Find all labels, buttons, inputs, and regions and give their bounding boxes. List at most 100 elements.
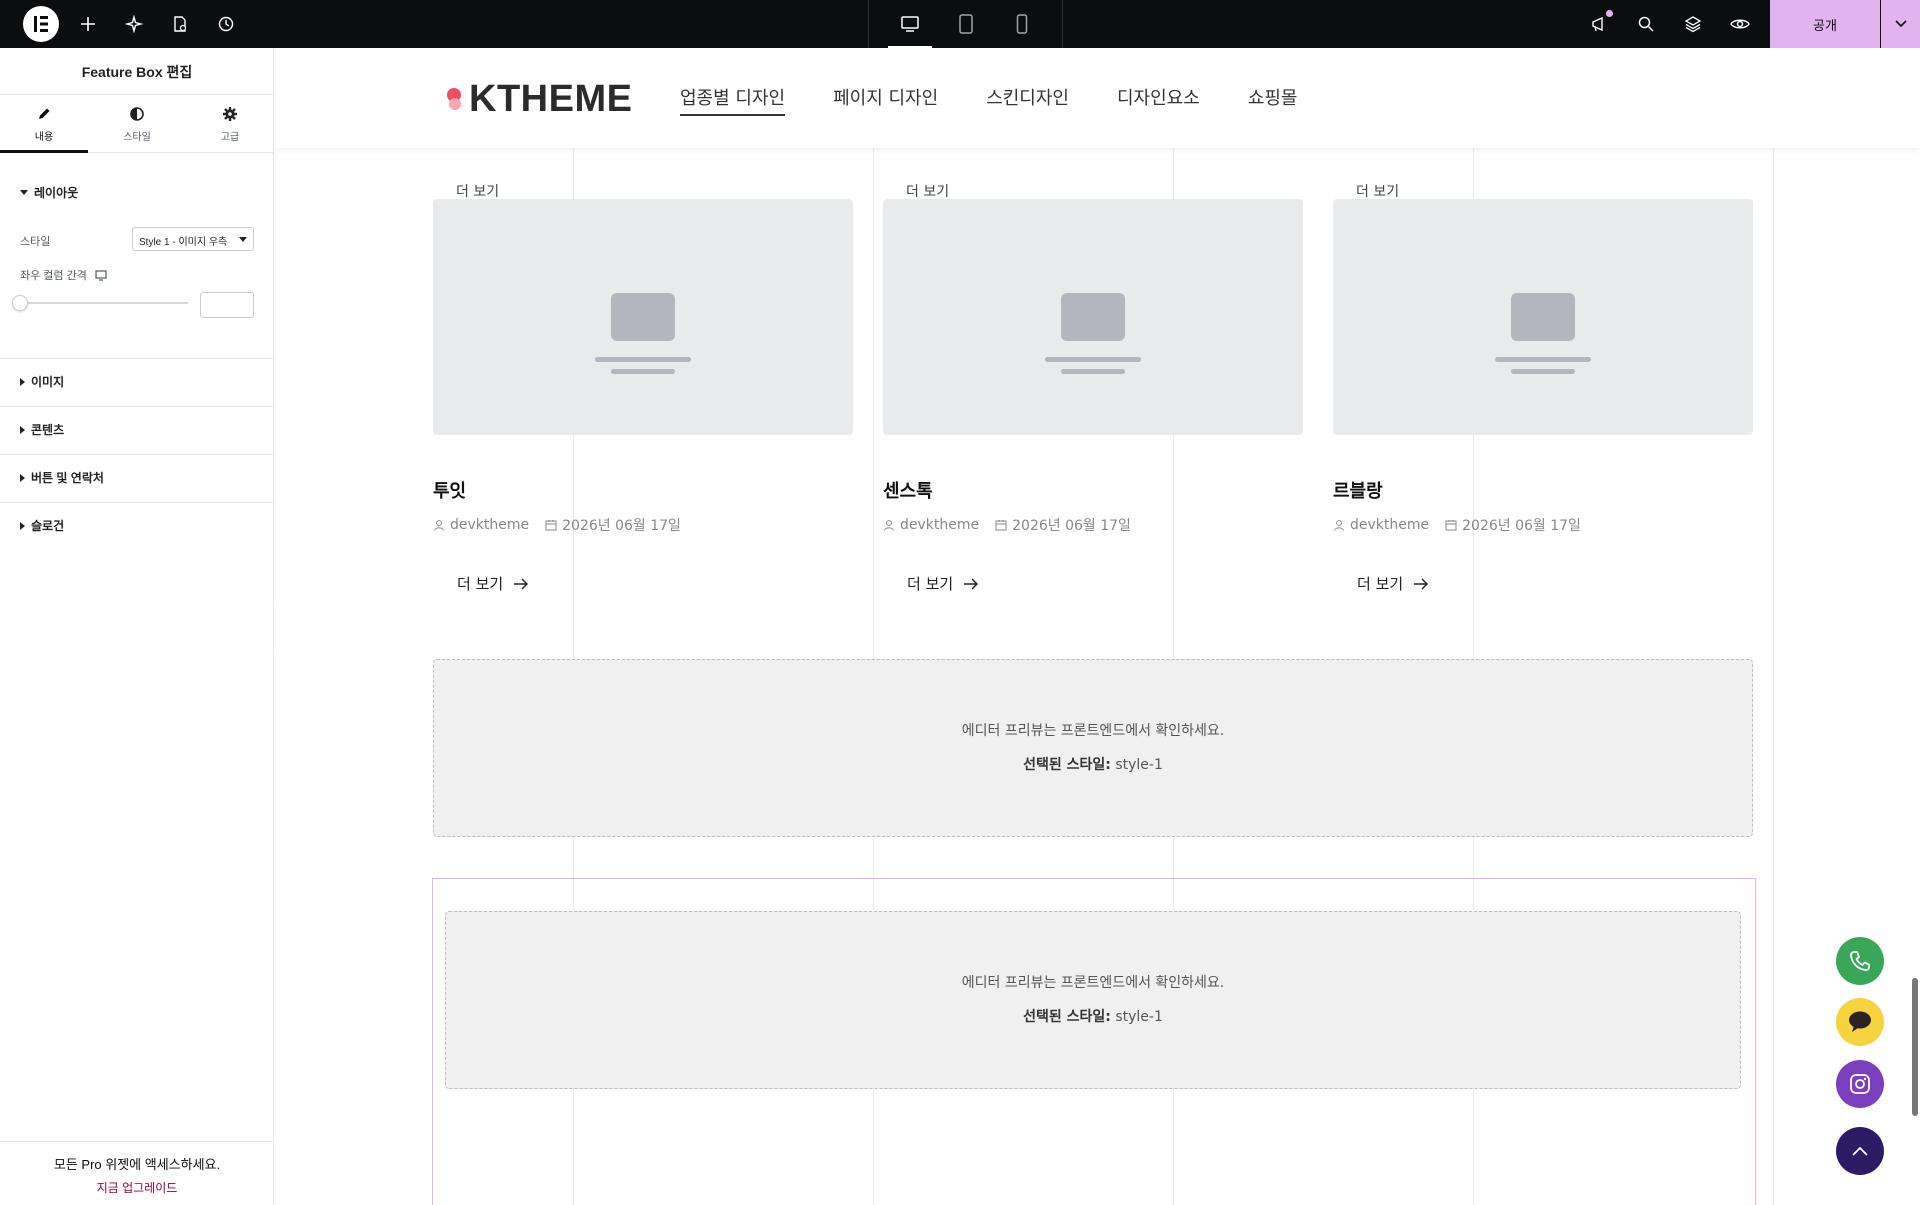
active-tab-indicator [0,150,88,153]
notice-style-line: 선택된 스타일: style-1 [434,754,1752,774]
nav-item-skin-design[interactable]: 스킨디자인 [986,84,1069,116]
notice-style-label: 선택된 스타일: [1023,757,1111,773]
page-settings-icon[interactable] [168,12,192,36]
elementor-logo-icon[interactable] [23,6,59,42]
caret-right-icon [20,377,25,386]
tablet-view-icon[interactable] [938,0,994,48]
post-title[interactable]: 센스톡 [883,477,1303,503]
promo-text: 모든 Pro 위젯에 액세스하세요. [53,1157,221,1172]
read-more-link[interactable]: 더 보기 [907,573,1303,594]
section-image[interactable]: 이미지 [20,373,64,390]
post-card: 센스톡 devktheme 2026년 06월 17일 더 보기 [883,199,1303,594]
divider [0,358,274,359]
canvas-scrollbar[interactable] [1912,978,1918,1116]
editor-preview-notice[interactable]: 에디터 프리뷰는 프론트엔드에서 확인하세요. 선택된 스타일: style-1 [445,911,1741,1089]
brand-name: KTHEME [469,78,633,120]
post-card: 투잇 devktheme 2026년 06월 17일 더 보기 [433,199,853,594]
editor-panel: Feature Box 편집 내용 스타일 고급 레이아웃 스타일 Style … [0,48,274,1205]
logo-mark-icon [447,86,463,114]
tab-label: 스타일 [123,132,151,143]
site-header: KTHEME 업종별 디자인 페이지 디자인 스킨디자인 디자인요소 쇼핑몰 [275,48,1920,148]
nav-item-design-elements[interactable]: 디자인요소 [1117,84,1200,116]
nav-item-page-design[interactable]: 페이지 디자인 [833,84,938,116]
panel-title: Feature Box 편집 [81,64,193,80]
style-select[interactable]: Style 1 - 이미지 우측 [132,227,254,251]
post-date: 2026년 06월 17일 [562,518,681,534]
user-icon [434,520,444,531]
pencil-icon [36,106,52,122]
tab-advanced[interactable]: 고급 [186,106,274,150]
desktop-responsive-icon[interactable] [95,269,107,281]
history-icon[interactable] [214,12,238,36]
divider [0,454,274,455]
user-icon [1334,520,1344,531]
read-more-link[interactable]: 더 보기 [457,573,853,594]
column-gap-input[interactable] [200,292,254,318]
section-label: 콘텐츠 [31,423,65,437]
chevron-down-icon [1894,20,1907,28]
more-link[interactable]: 더 보기 [906,181,949,201]
divider [0,406,274,407]
column-gap-slider-handle[interactable] [12,295,28,311]
site-logo[interactable]: KTHEME [447,78,632,121]
editor-preview-notice[interactable]: 에디터 프리뷰는 프론트엔드에서 확인하세요. 선택된 스타일: style-1 [433,659,1753,837]
main-nav: 업종별 디자인 페이지 디자인 스킨디자인 디자인요소 쇼핑몰 [680,84,1346,116]
divider [0,502,274,503]
ai-sparkle-icon[interactable] [122,12,146,36]
post-author: devktheme [450,517,530,533]
read-more-link[interactable]: 더 보기 [1357,573,1753,594]
instagram-button[interactable] [1836,1060,1884,1108]
post-author: devktheme [900,517,980,533]
section-buttons-contact[interactable]: 버튼 및 연락처 [20,469,104,486]
kakao-chat-button[interactable] [1836,998,1884,1046]
column-gap-slider-track[interactable] [20,302,188,304]
image-placeholder-icon[interactable] [883,199,1303,435]
post-title[interactable]: 투잇 [433,477,853,503]
section-layout[interactable]: 레이아웃 [20,184,78,201]
preview-eye-icon[interactable] [1728,12,1752,36]
column-gap-label-row: 좌우 컬럼 간격 [20,267,107,283]
chat-bubble-icon [1849,1011,1871,1032]
publish-options-button[interactable] [1881,0,1920,48]
tab-style[interactable]: 스타일 [93,106,181,150]
phone-call-button[interactable] [1836,937,1884,985]
read-more-label: 더 보기 [457,575,504,593]
tab-content[interactable]: 내용 [0,106,88,150]
notice-style-value: style-1 [1115,1009,1163,1025]
post-meta: devktheme 2026년 06월 17일 [883,515,1303,535]
image-placeholder-icon[interactable] [433,199,853,435]
add-element-icon[interactable] [76,12,100,36]
desktop-view-icon[interactable] [882,0,938,48]
separator [1062,0,1063,48]
caret-right-icon [20,473,25,482]
section-slogan[interactable]: 슬로건 [20,517,64,534]
search-icon[interactable] [1634,12,1658,36]
layers-icon[interactable] [1681,12,1705,36]
caret-right-icon [20,521,25,530]
notice-style-value: style-1 [1115,757,1163,773]
phone-icon [1850,951,1870,971]
nav-item-shop[interactable]: 쇼핑몰 [1248,84,1298,116]
separator [868,0,869,48]
read-more-label: 더 보기 [907,575,954,593]
upgrade-link[interactable]: 지금 업그레이드 [0,1179,274,1196]
notice-text: 에디터 프리뷰는 프론트엔드에서 확인하세요. [961,975,1225,991]
tab-label: 내용 [34,132,54,143]
gear-icon [222,106,238,122]
more-link[interactable]: 더 보기 [456,181,499,201]
image-placeholder-icon[interactable] [1333,199,1753,435]
section-content[interactable]: 콘텐츠 [20,421,64,438]
more-link[interactable]: 더 보기 [1356,181,1399,201]
editor-topbar: 공개 [0,0,1920,48]
post-title[interactable]: 르블랑 [1333,477,1753,503]
read-more-label: 더 보기 [1357,575,1404,593]
calendar-icon [995,520,1007,531]
calendar-icon [545,520,557,531]
nav-item-industry-design[interactable]: 업종별 디자인 [680,84,786,116]
scroll-to-top-button[interactable] [1836,1127,1884,1175]
caret-right-icon [20,425,25,434]
tab-label: 고급 [220,132,240,143]
mobile-view-icon[interactable] [994,0,1050,48]
publish-button[interactable]: 공개 [1770,0,1880,48]
user-icon [884,520,894,531]
